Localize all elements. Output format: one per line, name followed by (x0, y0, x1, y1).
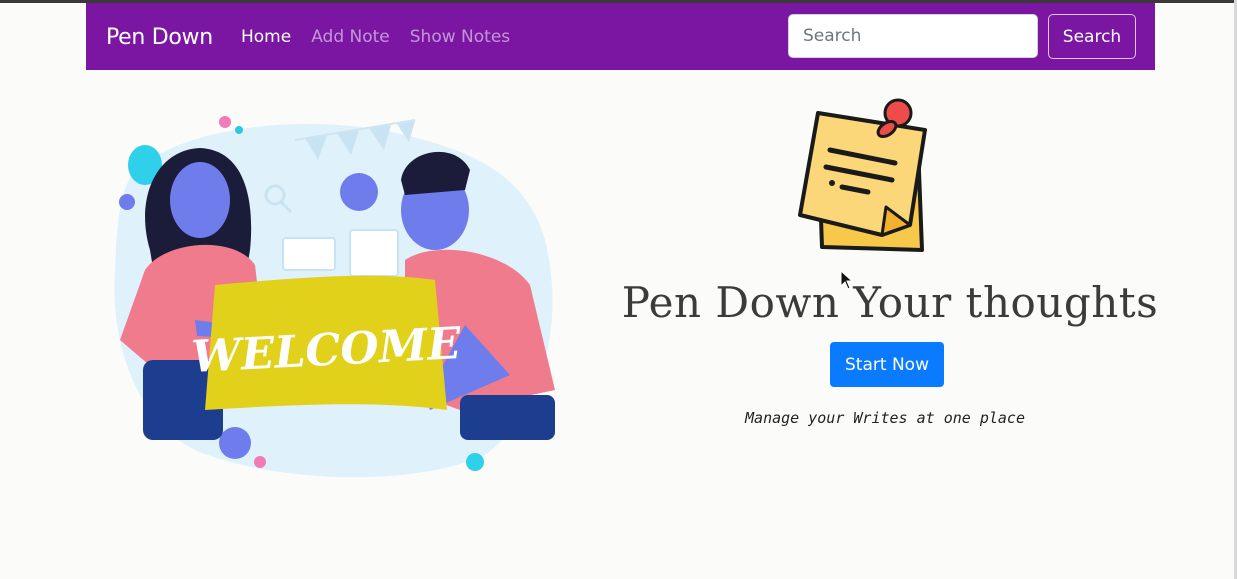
navbar: Pen Down Home Add Note Show Notes Search (86, 3, 1155, 70)
search-input[interactable] (788, 14, 1038, 58)
tagline: Pen Down Your thoughts (621, 278, 1159, 327)
nav-link-add-note[interactable]: Add Note (311, 27, 390, 47)
sticky-note-icon (798, 98, 927, 252)
welcome-illustration: WELCOME (114, 116, 555, 478)
subtitle: Manage your Writes at one place (745, 409, 1025, 427)
start-now-button[interactable]: Start Now (830, 342, 944, 387)
nav-link-show-notes[interactable]: Show Notes (410, 27, 510, 47)
brand-logo[interactable]: Pen Down (106, 25, 213, 50)
nav-links: Home Add Note Show Notes (241, 27, 510, 47)
search-button[interactable]: Search (1048, 14, 1136, 59)
nav-link-home[interactable]: Home (241, 27, 291, 47)
